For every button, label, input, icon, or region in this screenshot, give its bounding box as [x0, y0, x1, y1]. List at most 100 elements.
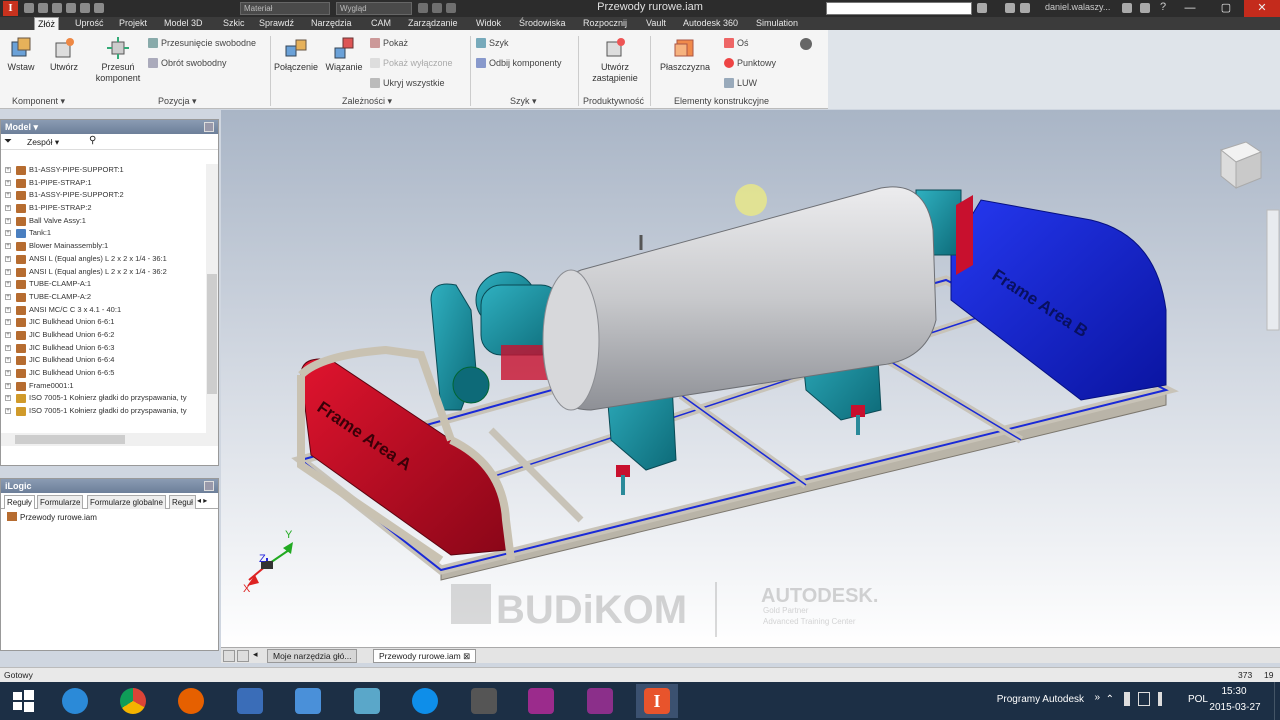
expand-icon[interactable]: +: [5, 319, 11, 326]
group-produktywnosc[interactable]: Produktywność: [583, 96, 644, 106]
search-input[interactable]: [826, 2, 972, 15]
user-name[interactable]: daniel.walaszy...: [1045, 2, 1110, 12]
expand-icon[interactable]: +: [5, 192, 11, 199]
chrome-icon[interactable]: [112, 684, 154, 718]
group-komponent[interactable]: Komponent ▾: [12, 96, 65, 107]
start-button[interactable]: [2, 684, 44, 718]
expand-icon[interactable]: +: [5, 255, 11, 262]
close-button[interactable]: ✕: [1244, 0, 1280, 17]
tab-zarzadzanie[interactable]: Zarządzanie: [405, 17, 461, 30]
redo-icon[interactable]: [80, 3, 90, 13]
group-szyk[interactable]: Szyk ▾: [510, 96, 537, 107]
tab-rules[interactable]: Reguły: [4, 495, 35, 509]
exchange-icon[interactable]: [1122, 3, 1132, 13]
tab-srodowiska[interactable]: Środowiska: [516, 17, 569, 30]
group-pozycja[interactable]: Pozycja ▾: [158, 96, 197, 107]
tab-simulation[interactable]: Simulation: [753, 17, 801, 30]
show-desktop-button[interactable]: [1274, 682, 1280, 720]
ilogic-item[interactable]: Przewody rurowe.iam: [1, 509, 218, 522]
tab-global-forms[interactable]: Formularze globalne: [87, 495, 166, 509]
expand-icon[interactable]: +: [5, 293, 11, 300]
tree-item[interactable]: + ANSI MC/C C 3 x 4.1 - 40:1: [1, 304, 206, 317]
tree-item[interactable]: + JIC Bulkhead Union 6-6:1: [1, 316, 206, 329]
tab-scroll-arrows[interactable]: ◂ ▸: [197, 496, 207, 505]
close-icon[interactable]: ⊠: [463, 651, 470, 661]
expand-icon[interactable]: +: [5, 344, 11, 351]
axis-button[interactable]: Oś: [724, 38, 749, 48]
navigation-bar[interactable]: [1266, 209, 1280, 331]
tree-item[interactable]: + JIC Bulkhead Union 6-6:2: [1, 329, 206, 342]
doc-tab-tools[interactable]: Moje narzędzia głó...: [267, 649, 358, 663]
hide-all-button[interactable]: Ukryj wszystkie: [370, 78, 445, 88]
navigation-icon[interactable]: [800, 38, 812, 50]
move-component-button[interactable]: Przesuń komponent: [90, 36, 146, 84]
point-button[interactable]: Punktowy: [724, 58, 776, 68]
mirror-button[interactable]: Odbij komponenty: [476, 58, 562, 68]
free-rotate-button[interactable]: Obrót swobodny: [148, 58, 227, 68]
tab-autodesk-360[interactable]: Autodesk 360: [680, 17, 741, 30]
tree-item[interactable]: + ISO 7005-1 Kołnierz gładki do przyspawa…: [1, 392, 206, 405]
save-icon[interactable]: [52, 3, 62, 13]
maximize-button[interactable]: ▢: [1208, 0, 1244, 17]
volume-icon[interactable]: [1158, 692, 1170, 706]
tree-item[interactable]: + B1-ASSY-PIPE-SUPPORT:2: [1, 189, 206, 202]
tree-item[interactable]: + JIC Bulkhead Union 6-6:3: [1, 342, 206, 355]
undo-icon[interactable]: [66, 3, 76, 13]
tab-model-3d[interactable]: Model 3D: [161, 17, 206, 30]
parameters-icon[interactable]: [432, 3, 442, 13]
clock-date[interactable]: 2015-03-27: [1204, 702, 1266, 713]
ucs-button[interactable]: LUW: [724, 78, 757, 88]
tile-icon[interactable]: [223, 650, 235, 662]
expand-icon[interactable]: +: [5, 268, 11, 275]
expand-icon[interactable]: +: [5, 395, 11, 402]
frame-area-b-housing[interactable]: Frame Area B: [950, 199, 1167, 401]
expand-icon[interactable]: +: [5, 230, 11, 237]
subscription-icon[interactable]: [1005, 3, 1015, 13]
show-button[interactable]: Pokaż: [370, 38, 408, 48]
cascade-icon[interactable]: [237, 650, 249, 662]
clock-time[interactable]: 15:30: [1210, 686, 1258, 697]
new-icon[interactable]: [24, 3, 34, 13]
browser2-icon[interactable]: [287, 684, 329, 718]
inventor-taskbar-icon[interactable]: I: [636, 684, 678, 718]
pattern-button[interactable]: Szyk: [476, 38, 509, 48]
tree-item[interactable]: + B1-ASSY-PIPE-SUPPORT:1: [1, 164, 206, 177]
expand-icon[interactable]: +: [5, 306, 11, 313]
clear-icon[interactable]: [418, 3, 428, 13]
chevron-icon[interactable]: »: [1094, 692, 1100, 703]
plane-button[interactable]: Płaszczyzna: [656, 36, 714, 73]
tree-item[interactable]: + ANSI L (Equal angles) L 2 x 2 x 1/4 - 3…: [1, 266, 206, 279]
expand-icon[interactable]: +: [5, 243, 11, 250]
inventor-app-icon[interactable]: I: [3, 1, 18, 16]
home-icon[interactable]: [94, 3, 104, 13]
expand-icon[interactable]: +: [5, 179, 11, 186]
find-icon[interactable]: ⚲: [89, 135, 96, 146]
tab-uprosc[interactable]: Uprość: [72, 17, 107, 30]
show-hidden-icon[interactable]: ⌃: [1106, 694, 1114, 705]
tab-projekt[interactable]: Projekt: [116, 17, 150, 30]
create-button[interactable]: Utwórz: [44, 36, 84, 73]
group-elementy[interactable]: Elementy konstrukcyjne: [674, 96, 769, 106]
expand-icon[interactable]: +: [5, 205, 11, 212]
insert-button[interactable]: Wstaw: [4, 36, 38, 73]
create-substitute-button[interactable]: Utwórz zastąpienie: [586, 36, 644, 84]
pin-icon[interactable]: [204, 481, 214, 491]
tree-item[interactable]: + Blower Mainassembly:1: [1, 240, 206, 253]
flag-icon[interactable]: [1124, 692, 1130, 706]
browser-vertical-scrollbar[interactable]: [206, 164, 218, 434]
expand-icon[interactable]: +: [5, 331, 11, 338]
tree-item[interactable]: + TUBE-CLAMP-A:1: [1, 278, 206, 291]
app-icon[interactable]: [346, 684, 388, 718]
minimize-button[interactable]: —: [1172, 0, 1208, 17]
tab-widok[interactable]: Widok: [473, 17, 504, 30]
tree-item[interactable]: + TUBE-CLAMP-A:2: [1, 291, 206, 304]
tree-item[interactable]: + Tank:1: [1, 227, 206, 240]
tray-toolbar-label[interactable]: Programy Autodesk: [944, 694, 1084, 705]
scrollbar-thumb[interactable]: [207, 274, 217, 394]
tree-item[interactable]: + ISO 7005-1 Kołnierz gładki do przyspawa…: [1, 405, 206, 418]
tree-item[interactable]: + B1-PIPE-STRAP:1: [1, 177, 206, 190]
assembly-dropdown[interactable]: Zespół ▾: [27, 137, 59, 148]
expand-icon[interactable]: +: [5, 357, 11, 364]
tree-item[interactable]: + ANSI L (Equal angles) L 2 x 2 x 1/4 - 3…: [1, 253, 206, 266]
tree-item[interactable]: + JIC Bulkhead Union 6-6:4: [1, 354, 206, 367]
